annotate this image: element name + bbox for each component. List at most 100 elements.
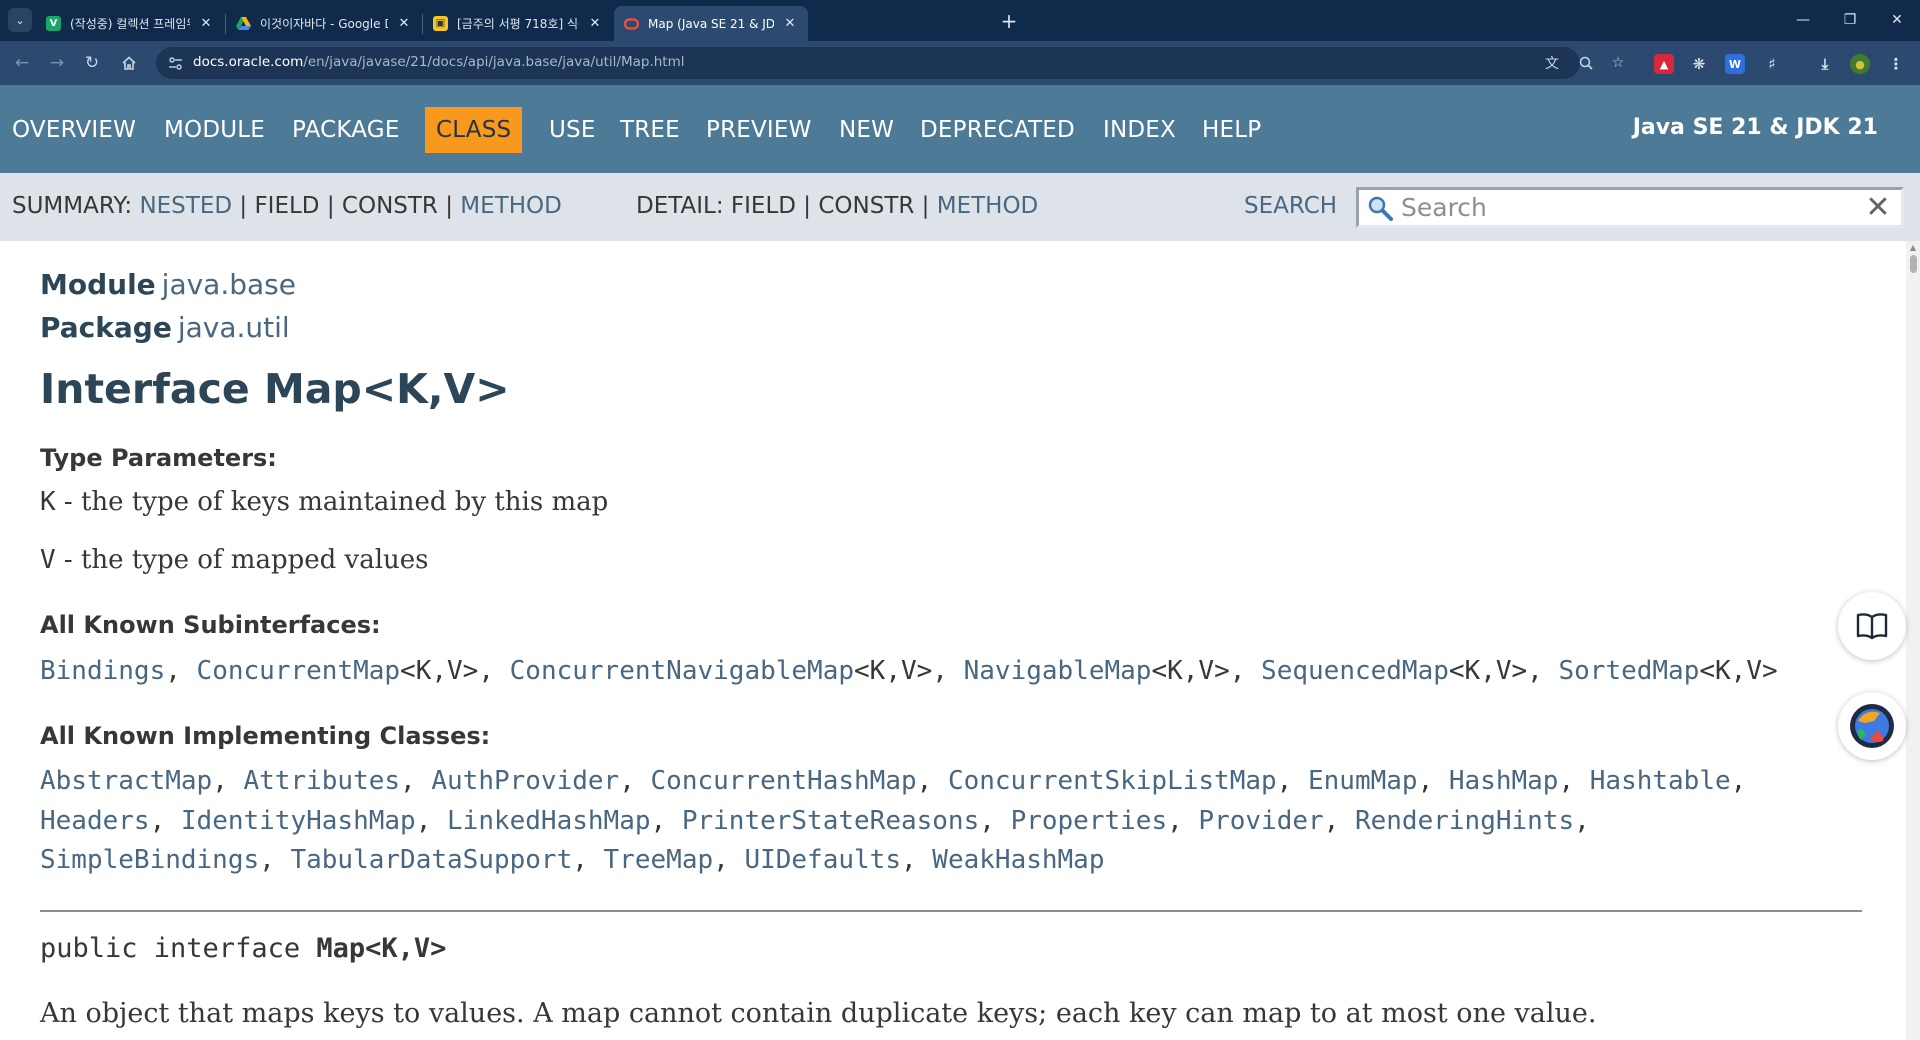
subinterface-link[interactable]: NavigableMap	[964, 656, 1152, 686]
nav-overview[interactable]: OVERVIEW	[12, 107, 136, 153]
browser-tab-2[interactable]: 이것이자바다 - Google Drive ✕	[226, 6, 422, 41]
subinterfaces-list: Bindings, ConcurrentMap<K,V>, Concurrent…	[40, 656, 1778, 686]
implementing-class-link[interactable]: SimpleBindings	[40, 845, 259, 875]
summary-nested-link[interactable]: NESTED	[139, 193, 232, 219]
implementing-class-link[interactable]: Provider	[1198, 806, 1323, 836]
summary-links: SUMMARY: NESTED | FIELD | CONSTR | METHO…	[12, 193, 562, 219]
browser-tab-1[interactable]: V (작성중) 컬렉션 프레임워크 ✕	[36, 6, 224, 41]
implementing-class-link[interactable]: UIDefaults	[744, 845, 901, 875]
implementing-class-link[interactable]: TreeMap	[604, 845, 714, 875]
type-param-v-desc: - the type of mapped values	[55, 545, 429, 575]
implementing-class-link[interactable]: EnumMap	[1308, 766, 1418, 796]
address-bar[interactable]: docs.oracle.com/en/java/javase/21/docs/a…	[156, 47, 1624, 79]
zoom-icon[interactable]	[1576, 53, 1596, 73]
extension-w-icon[interactable]: W	[1725, 54, 1745, 74]
browser-tab-active[interactable]: Map (Java SE 21 & JDK 21) ✕	[614, 6, 808, 41]
nav-module[interactable]: MODULE	[164, 107, 265, 153]
search-input[interactable]	[1401, 190, 1841, 225]
nav-help[interactable]: HELP	[1202, 107, 1261, 153]
implementing-class-link[interactable]: Properties	[1011, 806, 1168, 836]
implementing-class-link[interactable]: Headers	[40, 806, 150, 836]
section-divider	[40, 910, 1862, 912]
browser-tab-3[interactable]: ▣ [금주의 서평 718호] 식품처리 ✕	[423, 6, 613, 41]
subinterface-link[interactable]: Bindings	[40, 656, 165, 686]
tab-title: 이것이자바다 - Google Drive	[260, 17, 388, 31]
detail-label: DETAIL:	[636, 193, 724, 219]
nav-new[interactable]: NEW	[839, 107, 894, 153]
implementing-class-link[interactable]: PrinterStateReasons	[682, 806, 979, 836]
close-tab-icon[interactable]: ✕	[198, 16, 214, 32]
forward-arrow-icon[interactable]: →	[43, 49, 71, 77]
site-info-tune-icon[interactable]	[166, 54, 184, 72]
type-parameters-heading: Type Parameters:	[40, 444, 277, 472]
type-param-k: K - the type of keys maintained by this …	[40, 487, 608, 517]
profile-avatar-icon[interactable]: ●	[1850, 54, 1870, 74]
package-link[interactable]: java.util	[178, 311, 290, 344]
restore-icon[interactable]: ❐	[1827, 6, 1873, 34]
download-icon[interactable]: ⤓	[1815, 54, 1835, 74]
implementing-class-link[interactable]: Hashtable	[1590, 766, 1731, 796]
reading-mode-book-icon[interactable]	[1838, 592, 1906, 660]
extension-red-icon[interactable]: ▲	[1654, 54, 1674, 74]
implementing-class-link[interactable]: TabularDataSupport	[290, 845, 572, 875]
scrollbar-thumb[interactable]	[1910, 255, 1917, 273]
nav-use[interactable]: USE	[549, 107, 596, 153]
assistant-globe-icon[interactable]	[1838, 692, 1906, 760]
module-link[interactable]: java.base	[162, 268, 296, 301]
type-param-k-name: K	[40, 487, 56, 517]
page-scrollbar[interactable]: ▲	[1906, 241, 1920, 1040]
close-window-icon[interactable]: ✕	[1874, 6, 1920, 34]
close-tab-icon[interactable]: ✕	[396, 16, 412, 32]
back-arrow-icon[interactable]: ←	[8, 49, 36, 77]
type-param-k-desc: - the type of keys maintained by this ma…	[55, 487, 609, 517]
subinterface-link[interactable]: SequencedMap	[1261, 656, 1449, 686]
summary-constr-text: CONSTR	[341, 193, 438, 219]
implementing-classes-heading: All Known Implementing Classes:	[40, 722, 491, 750]
home-icon[interactable]	[115, 49, 143, 77]
module-line: Module java.base	[40, 268, 296, 301]
tab-search-chevron-icon[interactable]: ⌄	[8, 8, 32, 32]
subinterface-link[interactable]: SortedMap	[1558, 656, 1699, 686]
implementing-class-link[interactable]: WeakHashMap	[932, 845, 1104, 875]
implementing-class-link[interactable]: ConcurrentSkipListMap	[948, 766, 1277, 796]
scroll-up-arrow-icon[interactable]: ▲	[1908, 243, 1918, 253]
implementing-class-link[interactable]: IdentityHashMap	[181, 806, 416, 836]
implementing-class-link[interactable]: ConcurrentHashMap	[651, 766, 917, 796]
implementing-class-link[interactable]: AbstractMap	[40, 766, 212, 796]
type-param-v-name: V	[40, 545, 56, 575]
release-label: Java SE 21 & JDK 21	[1632, 115, 1878, 140]
nav-preview[interactable]: PREVIEW	[706, 107, 812, 153]
nav-deprecated[interactable]: DEPRECATED	[920, 107, 1075, 153]
type-args: <K,V>	[854, 656, 933, 686]
subinterface-link[interactable]: ConcurrentMap	[197, 656, 401, 686]
browser-menu-kebab-icon[interactable]: ⋮	[1886, 54, 1906, 74]
subinterface-link[interactable]: ConcurrentNavigableMap	[510, 656, 854, 686]
implementing-class-link[interactable]: RenderingHints	[1355, 806, 1574, 836]
close-tab-icon[interactable]: ✕	[782, 16, 798, 32]
javadoc-sub-nav: SUMMARY: NESTED | FIELD | CONSTR | METHO…	[0, 173, 1920, 241]
nav-index[interactable]: INDEX	[1103, 107, 1176, 153]
extension-gear-icon[interactable]: ❋	[1689, 54, 1709, 74]
new-tab-plus-icon[interactable]: +	[995, 8, 1023, 34]
implementing-class-link[interactable]: LinkedHashMap	[447, 806, 651, 836]
summary-method-link[interactable]: METHOD	[460, 193, 562, 219]
implementing-class-link[interactable]: Attributes	[244, 766, 401, 796]
package-line: Package java.util	[40, 311, 290, 344]
close-tab-icon[interactable]: ✕	[587, 16, 603, 32]
search-label: SEARCH	[1244, 193, 1338, 219]
type-signature: public interface Map<K,V>	[40, 933, 446, 964]
detail-method-link[interactable]: METHOD	[937, 193, 1039, 219]
nav-package[interactable]: PACKAGE	[292, 107, 400, 153]
bookmark-star-icon[interactable]: ☆	[1608, 53, 1628, 73]
reload-icon[interactable]: ↻	[78, 49, 106, 77]
v-favicon-icon: V	[46, 16, 61, 31]
implementing-class-link[interactable]: AuthProvider	[431, 766, 619, 796]
extensions-puzzle-icon[interactable]: ♯	[1762, 54, 1782, 74]
translate-icon[interactable]: 文	[1542, 53, 1562, 73]
search-reset-close-icon[interactable]: ✕	[1863, 190, 1893, 225]
url-text[interactable]: docs.oracle.com/en/java/javase/21/docs/a…	[193, 54, 685, 70]
minimize-icon[interactable]: —	[1780, 6, 1826, 34]
implementing-class-link[interactable]: HashMap	[1449, 766, 1559, 796]
nav-tree[interactable]: TREE	[620, 107, 680, 153]
type-args: <K,V>	[400, 656, 479, 686]
